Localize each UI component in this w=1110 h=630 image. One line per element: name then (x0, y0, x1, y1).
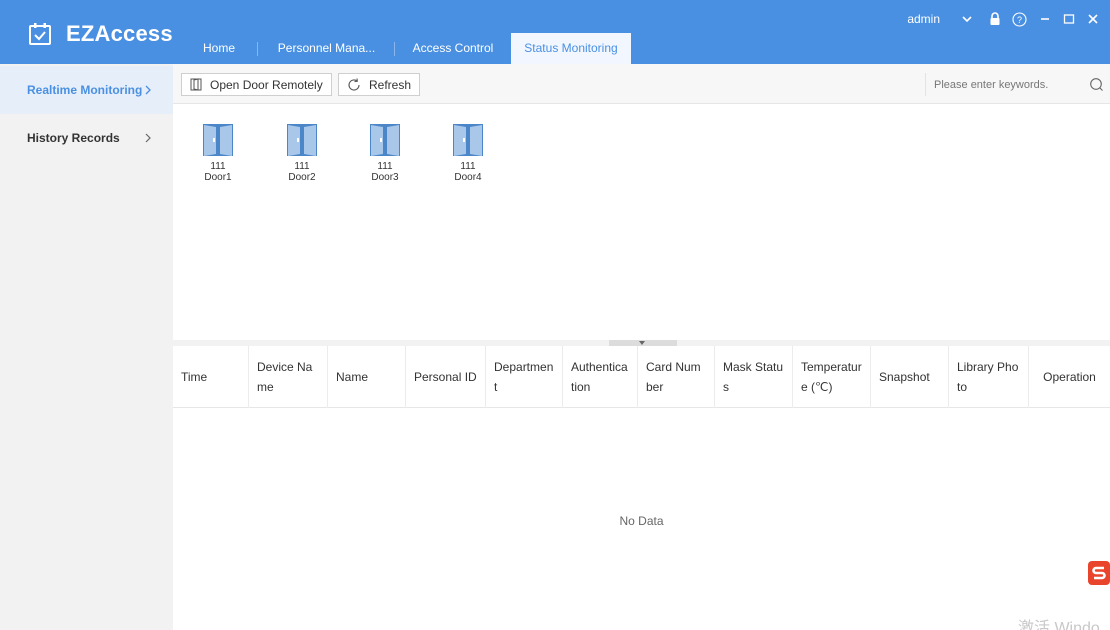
column-header[interactable]: Department (486, 346, 563, 408)
door-open-icon (190, 78, 202, 91)
column-header[interactable]: Authentication (563, 346, 638, 408)
door-icon (453, 124, 483, 156)
tab-label: Personnel Mana... (277, 41, 376, 55)
main-tabs: Home Personnel Mana... Access Control St… (180, 33, 631, 64)
records-table: Time Device Name Name Personal ID Depart… (173, 346, 1110, 630)
door-icon (203, 124, 233, 156)
tab-personnel-management[interactable]: Personnel Mana... (258, 33, 395, 64)
table-header: Time Device Name Name Personal ID Depart… (173, 346, 1110, 408)
column-header[interactable]: Name (328, 346, 406, 408)
toolbar: Open Door Remotely Refresh (173, 64, 1110, 104)
door-number: 111 (460, 161, 476, 172)
door-name: Door1 (204, 172, 232, 183)
chevron-right-icon (145, 133, 151, 143)
tab-label: Status Monitoring (524, 41, 618, 55)
refresh-icon (348, 77, 360, 90)
chevron-down-icon[interactable] (958, 10, 976, 28)
sidebar-item-label: History Records (27, 131, 120, 145)
door-number: 111 (294, 161, 310, 172)
refresh-button[interactable]: Refresh (338, 73, 421, 96)
door-icon (287, 124, 317, 156)
caret-down-icon (639, 341, 645, 345)
activation-watermark: 激活 Windo (1018, 620, 1100, 630)
close-icon[interactable] (1084, 10, 1102, 28)
window-controls: admin ? (907, 10, 1102, 28)
tab-status-monitoring[interactable]: Status Monitoring (511, 33, 631, 64)
column-header[interactable]: Temperature (℃) (793, 346, 871, 408)
door-icon (370, 124, 400, 156)
search-box (925, 73, 1110, 96)
app-logo: EZAccess (28, 20, 173, 48)
column-header[interactable]: Personal ID (406, 346, 486, 408)
door-item[interactable]: 111 Door2 (272, 123, 332, 183)
door-number: 111 (210, 161, 226, 172)
door-name: Door3 (371, 172, 399, 183)
help-icon[interactable]: ? (1010, 10, 1028, 28)
chevron-right-icon (145, 85, 151, 95)
maximize-icon[interactable] (1060, 10, 1078, 28)
door-number: 111 (377, 161, 393, 172)
door-item[interactable]: 111 Door1 (188, 123, 248, 183)
door-name: Door2 (288, 172, 316, 183)
tab-home[interactable]: Home (180, 33, 258, 64)
input-method-logo-icon[interactable] (1088, 561, 1110, 585)
calendar-check-icon (29, 23, 51, 45)
sidebar-item-realtime-monitoring[interactable]: Realtime Monitoring (0, 66, 173, 114)
column-header[interactable]: Mask Status (715, 346, 793, 408)
app-title: EZAccess (66, 21, 173, 46)
column-header[interactable]: Time (173, 346, 249, 408)
column-header[interactable]: Library Photo (949, 346, 1029, 408)
search-input[interactable] (926, 78, 1076, 91)
top-bar: EZAccess Home Personnel Mana... Access C… (0, 0, 1110, 64)
search-icon[interactable] (1089, 77, 1104, 92)
sidebar: Realtime Monitoring History Records (0, 64, 173, 630)
sidebar-item-label: Realtime Monitoring (27, 83, 143, 97)
column-header[interactable]: Operation (1029, 346, 1110, 408)
door-item[interactable]: 111 Door3 (355, 123, 415, 183)
door-name: Door4 (454, 172, 482, 183)
column-header[interactable]: Card Number (638, 346, 715, 408)
refresh-label: Refresh (369, 77, 412, 92)
column-header[interactable]: Snapshot (871, 346, 949, 408)
svg-text:?: ? (1016, 15, 1021, 25)
minimize-icon[interactable] (1036, 10, 1054, 28)
tab-label: Home (202, 41, 235, 55)
lock-icon[interactable] (986, 10, 1004, 28)
tab-label: Access Control (412, 41, 494, 55)
door-panel: 111 Door1 111 Door2 111 Door3 111 Door4 (173, 104, 1110, 340)
user-name[interactable]: admin (907, 12, 940, 26)
column-header[interactable]: Device Name (249, 346, 328, 408)
tab-access-control[interactable]: Access Control (395, 33, 511, 64)
door-item[interactable]: 111 Door4 (438, 123, 498, 183)
empty-state-text: No Data (619, 514, 664, 528)
open-door-label: Open Door Remotely (210, 77, 323, 92)
sidebar-item-history-records[interactable]: History Records (0, 114, 173, 162)
open-door-remotely-button[interactable]: Open Door Remotely (181, 73, 332, 96)
